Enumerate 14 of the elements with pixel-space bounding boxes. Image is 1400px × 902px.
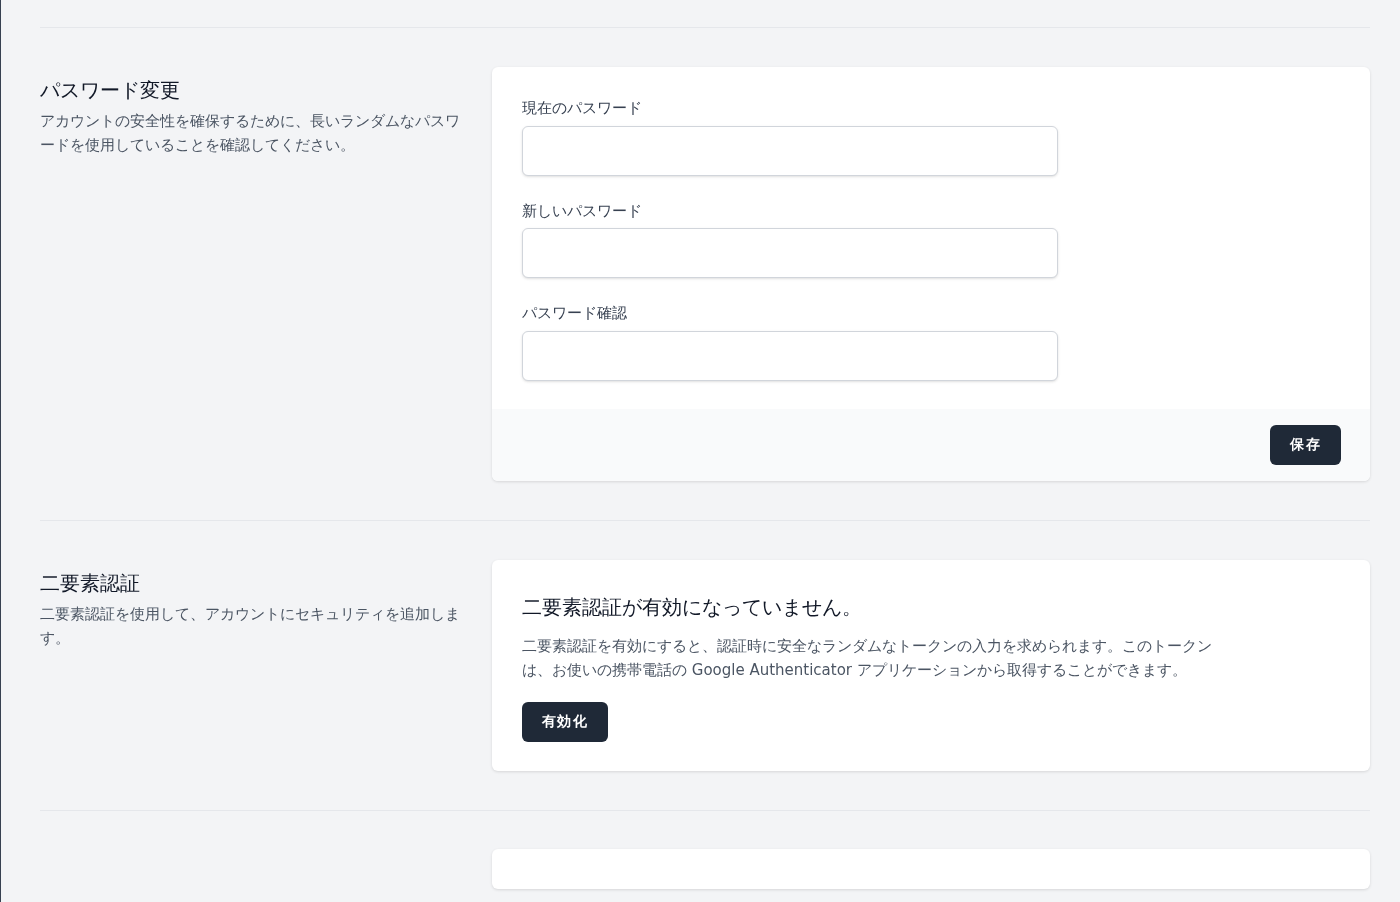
password-field[interactable]	[522, 330, 1058, 381]
two-factor-info: 二要素認証を有効にすると、認証時に安全なランダムなトークンの入力を求められます。このトークンは、お使いの携帯電話の Google Authenticator アプリケーションから取得することができます。	[522, 635, 1213, 681]
password-field[interactable]	[522, 228, 1058, 278]
section-description: アカウントの安全性を確保するために、長いランダムなパスワードを使用していることを確認してください。	[40, 111, 461, 156]
field-label: 現在のパスワード	[522, 98, 643, 119]
enable-button[interactable]: 有効化	[522, 701, 609, 742]
password-field[interactable]	[522, 125, 1058, 176]
field-label: パスワード確認	[522, 303, 628, 324]
field-label: 新しいパスワード	[522, 200, 643, 222]
two-factor-status: 二要素認証が有効になっていません。	[522, 593, 863, 621]
section-title: 二要素認証	[40, 569, 141, 597]
section-description: 二要素認証を使用して、アカウントにセキュリティを追加します。	[40, 603, 461, 649]
section-title: パスワード変更	[40, 77, 181, 104]
save-button[interactable]: 保存	[1270, 424, 1341, 465]
